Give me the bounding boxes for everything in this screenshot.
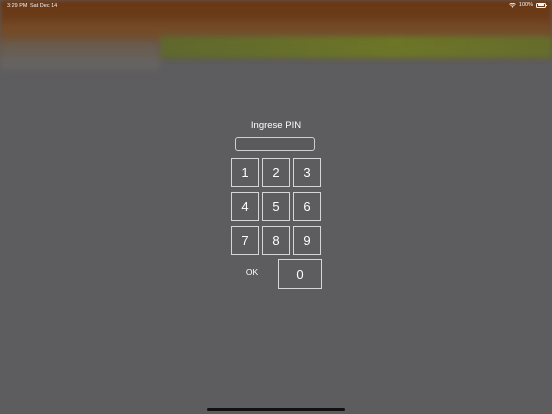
key-6[interactable]: 6 bbox=[293, 192, 321, 221]
wifi-icon bbox=[509, 2, 516, 8]
key-5[interactable]: 5 bbox=[262, 192, 290, 221]
pin-input[interactable] bbox=[235, 137, 315, 151]
status-date: Sat Dec 14 bbox=[30, 3, 58, 9]
battery-icon bbox=[536, 2, 547, 8]
screen: 3:29 PM Sat Dec 14 100% Ingrese PIN 1 2 … bbox=[0, 0, 552, 414]
status-time: 3:29 PM bbox=[7, 3, 28, 9]
key-9[interactable]: 9 bbox=[293, 226, 321, 255]
key-3[interactable]: 3 bbox=[293, 158, 321, 187]
blurred-background-left-panel bbox=[0, 40, 160, 70]
key-1[interactable]: 1 bbox=[231, 158, 259, 187]
pin-title: Ingrese PIN bbox=[250, 120, 302, 131]
key-7[interactable]: 7 bbox=[231, 226, 259, 255]
key-0[interactable]: 0 bbox=[278, 259, 322, 289]
blurred-background-toolbar bbox=[160, 36, 552, 58]
ok-button[interactable]: OK bbox=[236, 267, 268, 277]
home-indicator[interactable] bbox=[207, 408, 345, 411]
status-bar: 3:29 PM Sat Dec 14 100% bbox=[0, 0, 552, 12]
key-4[interactable]: 4 bbox=[231, 192, 259, 221]
key-2[interactable]: 2 bbox=[262, 158, 290, 187]
key-8[interactable]: 8 bbox=[262, 226, 290, 255]
battery-percent: 100% bbox=[518, 2, 533, 8]
status-indicators: 100% bbox=[509, 2, 547, 8]
